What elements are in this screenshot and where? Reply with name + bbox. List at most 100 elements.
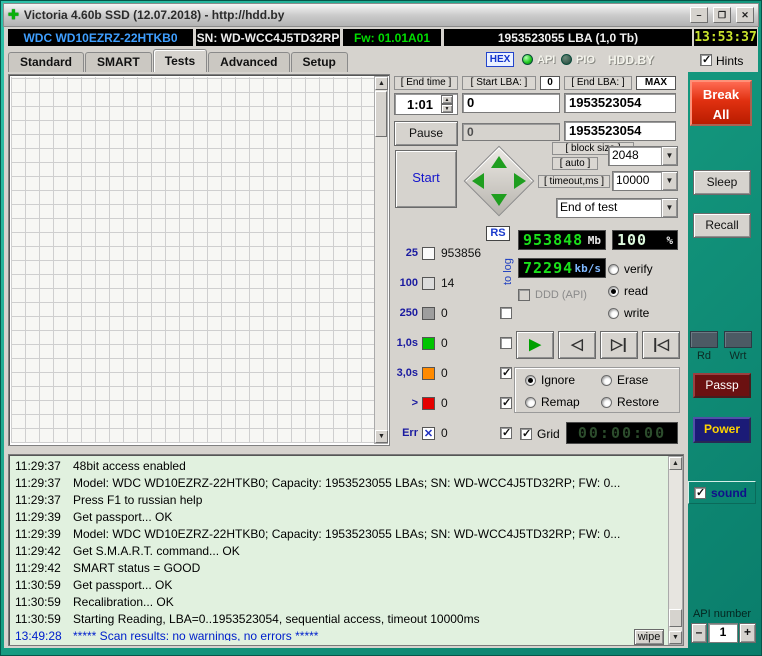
tab[interactable]: Advanced xyxy=(208,52,290,72)
api-number-minus-button[interactable]: – xyxy=(691,623,707,643)
error-action-label: Restore xyxy=(617,395,660,409)
stat-log-checkbox[interactable] xyxy=(500,337,512,349)
media-button[interactable]: ◁ xyxy=(558,331,596,359)
tab[interactable]: Standard xyxy=(8,52,85,72)
scroll-down-icon[interactable]: ▼ xyxy=(375,430,388,443)
speed-display: 72294 kb/s xyxy=(518,258,606,278)
sound-option[interactable]: sound xyxy=(688,481,756,504)
mode-option[interactable]: read xyxy=(608,280,684,302)
tab[interactable]: Setup xyxy=(290,52,348,72)
hints-checkbox[interactable] xyxy=(700,53,712,66)
stat-label: 250 xyxy=(399,307,418,319)
stat-count: 0 xyxy=(441,426,448,440)
log-line: 11:29:42 SMART status = GOOD xyxy=(15,561,661,578)
spin-down-icon[interactable]: ▼ xyxy=(441,104,453,113)
block-size-select[interactable]: 2048 ▼ xyxy=(608,146,678,166)
log-scroll-thumb[interactable] xyxy=(669,609,682,627)
error-action-radio[interactable] xyxy=(525,396,536,408)
dpad-right-icon[interactable] xyxy=(514,173,526,189)
stat-log-checkbox[interactable] xyxy=(500,366,512,379)
mode-radio[interactable] xyxy=(608,263,619,275)
grid-scroll-thumb[interactable] xyxy=(375,91,387,137)
media-button[interactable]: ▷| xyxy=(600,331,638,359)
hex-button[interactable]: HEX xyxy=(486,52,514,67)
end-time-value[interactable]: 1:01 xyxy=(399,97,441,112)
minimize-button[interactable]: – xyxy=(690,7,708,23)
api-number-plus-button[interactable]: + xyxy=(739,623,756,643)
stat-label: 25 xyxy=(405,247,418,259)
end-time-tag: [ End time ] xyxy=(394,76,458,90)
dropdown-arrow-icon[interactable]: ▼ xyxy=(661,199,677,217)
break-all-line2: All xyxy=(712,107,730,123)
mode-radio[interactable] xyxy=(608,285,619,297)
media-button[interactable]: |◁ xyxy=(642,331,680,359)
passp-button[interactable]: Passp xyxy=(693,373,751,398)
dpad-up-icon[interactable] xyxy=(491,156,507,168)
tab[interactable]: Tests xyxy=(152,49,208,72)
grid-toggle[interactable]: Grid xyxy=(520,427,560,441)
error-action-option[interactable]: Restore xyxy=(601,391,677,413)
close-button[interactable]: ✕ xyxy=(736,7,754,23)
timing-stats: 25 953856 100 14 250 0 1,0s 0 3,0s 0 ✓ >… xyxy=(392,238,514,448)
api-led-icon[interactable] xyxy=(522,54,533,65)
mode-radio[interactable] xyxy=(608,307,619,319)
error-action-option[interactable]: Remap xyxy=(525,391,601,413)
end-lba-max-button[interactable]: MAX xyxy=(636,76,676,90)
stat-log-checkbox[interactable] xyxy=(500,426,512,439)
mode-option[interactable]: verify xyxy=(608,258,684,280)
spin-up-icon[interactable]: ▲ xyxy=(441,95,453,104)
stat-label: > xyxy=(411,397,418,409)
scroll-up-icon[interactable]: ▲ xyxy=(375,77,388,90)
error-action-radio[interactable] xyxy=(601,374,612,386)
timeout-select[interactable]: 10000 ▼ xyxy=(612,171,678,191)
dpad-left-icon[interactable] xyxy=(472,173,484,189)
maximize-button[interactable]: ❐ xyxy=(713,7,731,23)
timeout-tag: [ timeout,ms ] xyxy=(538,175,610,188)
api-label[interactable]: API xyxy=(537,54,555,66)
pio-led-icon[interactable] xyxy=(561,54,572,65)
dropdown-arrow-icon[interactable]: ▼ xyxy=(661,147,677,165)
drive-serial: SN: WD-WCC4J5TD32RP xyxy=(196,29,340,46)
titlebar[interactable]: ✚ Victoria 4.60b SSD (12.07.2018) - http… xyxy=(3,3,759,27)
error-action-label: Ignore xyxy=(541,373,576,387)
sound-checkbox[interactable] xyxy=(694,486,706,499)
recall-button[interactable]: Recall xyxy=(693,213,751,238)
start-lba-input[interactable]: 0 xyxy=(462,93,560,113)
pio-label[interactable]: PIO xyxy=(576,54,595,66)
end-lba-readout: 1953523054 xyxy=(564,121,676,141)
sleep-button[interactable]: Sleep xyxy=(693,170,751,195)
grid-checkbox[interactable] xyxy=(520,427,532,440)
hints-label: Hints xyxy=(716,54,744,68)
grid-scrollbar[interactable]: ▲ ▼ xyxy=(374,76,388,444)
end-action-select[interactable]: End of test ▼ xyxy=(556,198,678,218)
start-lba-min-button[interactable]: 0 xyxy=(540,76,560,90)
end-lba-input[interactable]: 1953523054 xyxy=(564,93,676,113)
timer-value: 00:00:00 xyxy=(577,424,667,442)
error-action-radio[interactable] xyxy=(525,374,536,386)
mode-option[interactable]: write xyxy=(608,302,684,324)
hdd-by-link[interactable]: HDD.BY xyxy=(608,53,654,67)
stat-log-checkbox[interactable] xyxy=(500,307,512,319)
tab[interactable]: SMART xyxy=(85,52,152,72)
error-action-option[interactable]: Erase xyxy=(601,369,677,391)
stat-log-checkbox[interactable] xyxy=(500,396,512,409)
error-action-option[interactable]: Ignore xyxy=(525,369,601,391)
dropdown-arrow-icon[interactable]: ▼ xyxy=(661,172,677,190)
power-button[interactable]: Power xyxy=(693,417,751,443)
start-button[interactable]: Start xyxy=(395,150,457,208)
break-all-button[interactable]: Break All xyxy=(690,80,752,126)
stat-label: 100 xyxy=(399,277,418,289)
pause-button[interactable]: Pause xyxy=(394,121,458,146)
api-number-value[interactable]: 1 xyxy=(708,623,738,643)
scroll-up-icon[interactable]: ▲ xyxy=(669,457,682,470)
media-button[interactable]: ▶ xyxy=(516,331,554,359)
end-time-spinner[interactable]: 1:01 ▲ ▼ xyxy=(394,93,458,115)
wipe-button[interactable]: wipe xyxy=(634,629,664,645)
scroll-down-icon[interactable]: ▼ xyxy=(669,631,682,644)
log-scrollbar[interactable]: ▲ ▼ xyxy=(668,456,683,645)
scan-grid-box xyxy=(8,74,390,446)
timer-display: 00:00:00 xyxy=(566,422,678,444)
stat-row: 25 953856 xyxy=(392,238,514,268)
dpad-down-icon[interactable] xyxy=(491,194,507,206)
error-action-radio[interactable] xyxy=(601,396,612,408)
